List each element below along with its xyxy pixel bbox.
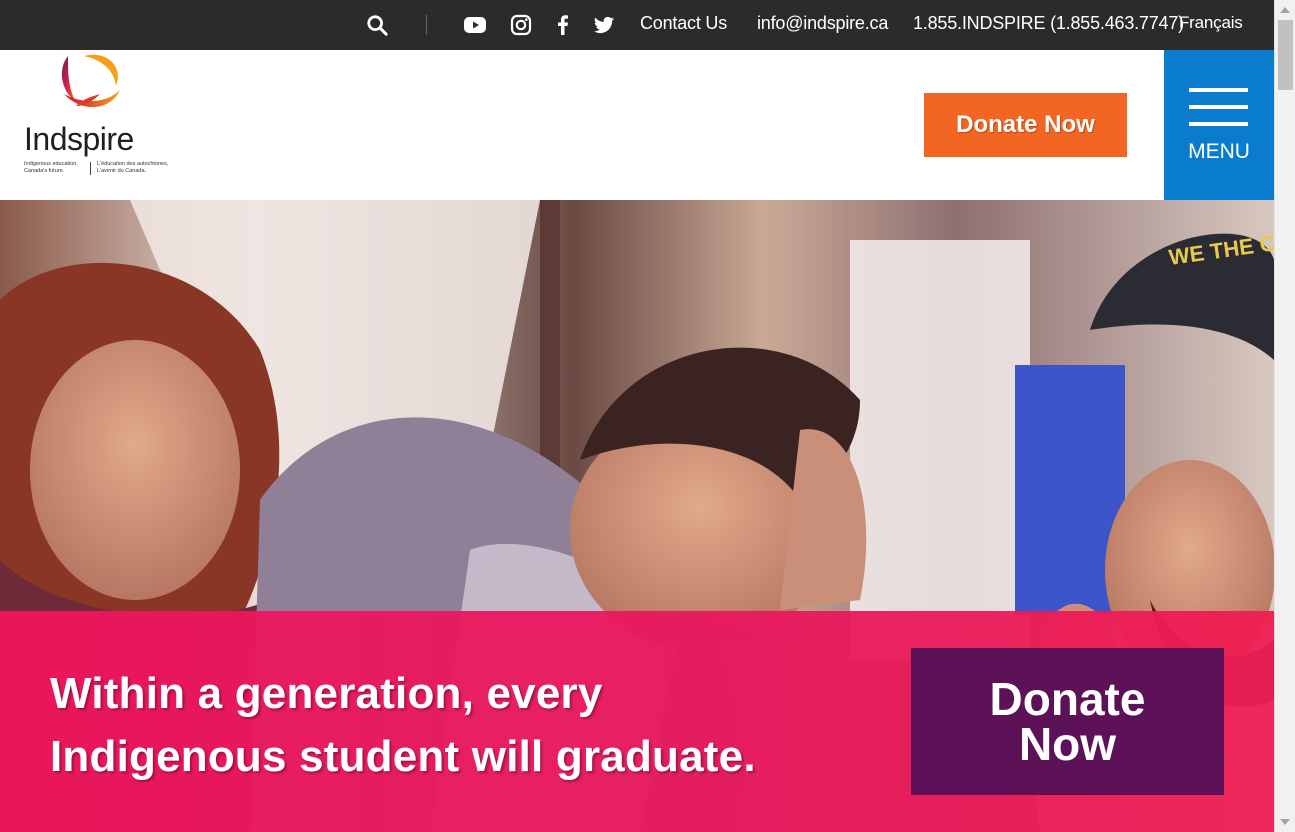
hamburger-bar (1189, 88, 1248, 92)
indspire-logo[interactable]: Indspire Indigenous education, Canada's … (22, 50, 182, 178)
instagram-icon[interactable] (509, 13, 533, 37)
search-icon[interactable] (366, 14, 388, 36)
site-header: Indspire Indigenous education, Canada's … (0, 50, 1274, 200)
hero-donate-line-2: Now (1018, 717, 1117, 770)
donate-now-button[interactable]: Donate Now (924, 93, 1127, 157)
tagline-line-1: Within a generation, every (50, 669, 603, 718)
youtube-icon[interactable] (463, 13, 487, 37)
facebook-icon[interactable] (551, 13, 575, 37)
scrollbar-thumb[interactable] (1278, 20, 1293, 90)
contact-us-link[interactable]: Contact Us (640, 13, 727, 34)
hero-section: WE THE CHAMPS Within a generation, every… (0, 200, 1274, 832)
menu-label: MENU (1188, 140, 1250, 163)
mission-tagline: Within a generation, every Indigenous st… (50, 662, 756, 788)
language-toggle[interactable]: Français (1179, 13, 1243, 33)
email-link[interactable]: info@indspire.ca (757, 13, 888, 34)
scroll-down-arrow-icon[interactable] (1280, 819, 1290, 825)
phone-link[interactable]: 1.855.INDSPIRE (1.855.463.7747) (913, 13, 1184, 34)
hamburger-bar (1189, 105, 1248, 109)
logo-tagline-en: Indigenous education, Canada's future. (24, 161, 78, 174)
tagline-line-2: Indigenous student will graduate. (50, 732, 756, 781)
hero-donate-line-1: Donate (989, 672, 1146, 725)
topbar-divider (426, 15, 427, 35)
bird-logo-icon (61, 54, 120, 108)
menu-button[interactable]: MENU (1164, 50, 1274, 200)
hero-donate-button[interactable]: Donate Now (911, 648, 1224, 795)
logo-tagline-divider (90, 162, 91, 175)
twitter-icon[interactable] (592, 13, 616, 37)
logo-tagline-fr: L'éducation des autochtones, L'avenir du… (97, 161, 169, 174)
hamburger-bar (1189, 122, 1248, 126)
logo-wordmark: Indspire (24, 121, 134, 157)
page-scrollbar[interactable] (1274, 0, 1295, 832)
top-utility-bar: Contact Us info@indspire.ca 1.855.INDSPI… (0, 0, 1274, 50)
scroll-up-arrow-icon[interactable] (1280, 7, 1290, 13)
